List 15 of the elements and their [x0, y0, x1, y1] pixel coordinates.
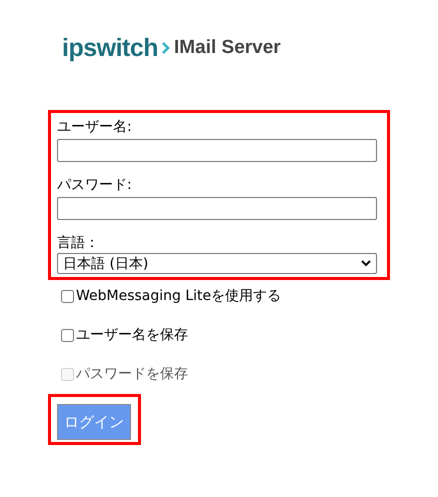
- checkbox-label: ユーザー名を保存: [76, 326, 188, 344]
- field-label: パスワード:: [57, 176, 133, 195]
- checkbox[interactable]: [61, 328, 74, 342]
- product-name: IMail Server: [174, 37, 281, 59]
- language-dropdown[interactable]: 日本語 (日本): [57, 253, 377, 274]
- username-field[interactable]: [57, 139, 377, 162]
- checkbox-label: WebMessaging Liteを使用する: [76, 287, 282, 305]
- password-field[interactable]: [57, 197, 377, 220]
- field-label: 言語：: [57, 234, 100, 253]
- brand-logo-text: ipswitch: [62, 34, 158, 62]
- dropdown-caret-icon: [361, 260, 371, 267]
- field-label: ユーザー名:: [57, 118, 133, 137]
- checkbox-label: パスワードを保存: [76, 365, 188, 383]
- chevron-icon: [162, 42, 170, 54]
- checkbox[interactable]: [61, 290, 74, 302]
